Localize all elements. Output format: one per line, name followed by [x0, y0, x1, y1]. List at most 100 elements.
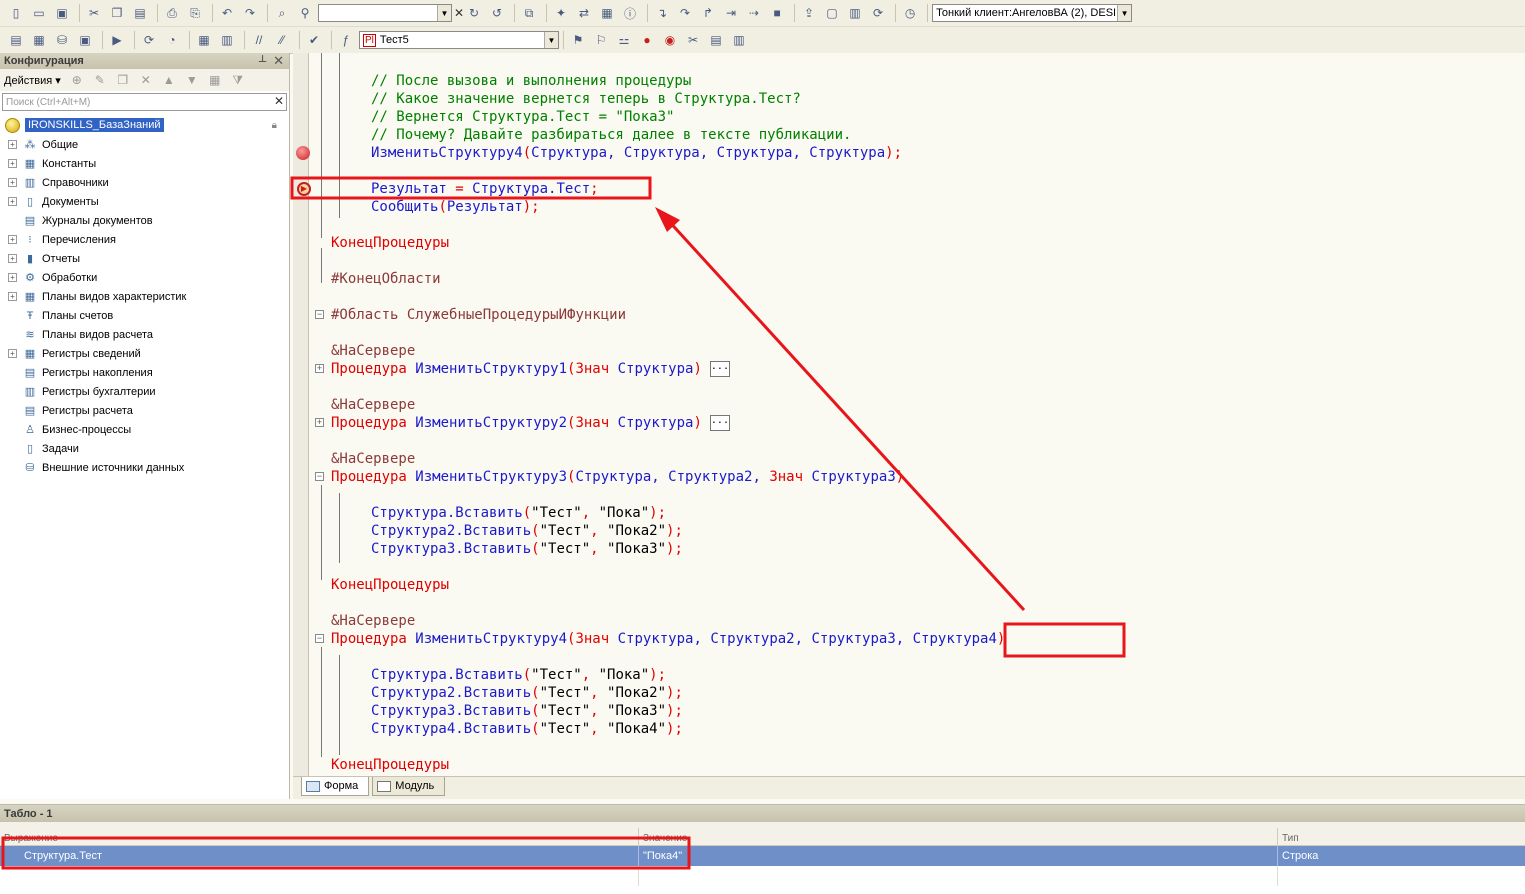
window-icon[interactable]: ▢: [822, 3, 842, 23]
uncomment-icon[interactable]: ⁄⁄: [272, 30, 292, 50]
fold-toggle[interactable]: +: [315, 364, 324, 373]
expand-icon[interactable]: +: [8, 254, 17, 263]
step-into-icon[interactable]: ↴: [652, 3, 672, 23]
tree-item[interactable]: + ▥ Справочники: [0, 173, 289, 192]
breakpoint-options-icon[interactable]: ▥: [729, 30, 749, 50]
tree-item[interactable]: + ▦ Планы видов характеристик: [0, 287, 289, 306]
copy-icon[interactable]: ❐: [107, 3, 127, 23]
save-icon[interactable]: ▣: [52, 3, 72, 23]
column-type[interactable]: Тип: [1278, 828, 1525, 845]
paste-icon[interactable]: ▤: [130, 3, 150, 23]
breakpoint-disable-icon[interactable]: ◉: [660, 30, 680, 50]
edit-icon[interactable]: ✎: [92, 72, 108, 88]
bookmark-icon[interactable]: ⚑: [568, 30, 588, 50]
table-row[interactable]: Структура.Тест "Пока4" Строка: [0, 846, 1525, 866]
syntax-assistant-icon[interactable]: ✦: [551, 3, 571, 23]
expand-icon[interactable]: +: [8, 235, 17, 244]
run-to-cursor-icon[interactable]: ⇥: [721, 3, 741, 23]
tree-item[interactable]: ▤ Регистры расчета: [0, 401, 289, 420]
pin-icon[interactable]: ⊥: [258, 54, 267, 65]
tree-item[interactable]: Ŧ Планы счетов: [0, 306, 289, 325]
tree-item[interactable]: ▯ Задачи: [0, 439, 289, 458]
tree-root[interactable]: IRONSKILLS_БазаЗнаний 🔒︎: [0, 115, 289, 135]
search-icon[interactable]: ⚲: [295, 3, 315, 23]
tree-item[interactable]: + ⁝ Перечисления: [0, 230, 289, 249]
find-in-files-icon[interactable]: ⌕: [272, 3, 292, 23]
chevron-down-icon[interactable]: ▼: [544, 32, 558, 48]
tree-item[interactable]: + ▦ Регистры сведений: [0, 344, 289, 363]
tree-item[interactable]: ⛁ Внешние источники данных: [0, 458, 289, 477]
database-icon[interactable]: ⛁: [52, 30, 72, 50]
cut-icon[interactable]: ✂: [84, 3, 104, 23]
find-previous-icon[interactable]: ↺: [487, 3, 507, 23]
check-syntax-icon[interactable]: ✔: [304, 30, 324, 50]
tab-form[interactable]: Форма: [301, 777, 370, 796]
cell-expression[interactable]: Структура.Тест: [0, 846, 639, 866]
expand-icon[interactable]: +: [8, 349, 17, 358]
new-document-icon[interactable]: ▯: [6, 3, 26, 23]
close-icon[interactable]: ✕: [273, 53, 284, 69]
comment-icon[interactable]: //: [249, 30, 269, 50]
move-up-icon[interactable]: ▲: [161, 72, 177, 88]
fold-toggle[interactable]: −: [315, 310, 324, 319]
refresh-icon[interactable]: ⟳: [139, 30, 159, 50]
search-combo[interactable]: ▼: [318, 4, 452, 22]
current-line-icon[interactable]: ⇢: [744, 3, 764, 23]
expand-icon[interactable]: +: [8, 159, 17, 168]
breakpoint-remove-icon[interactable]: ✂: [683, 30, 703, 50]
chevron-down-icon[interactable]: ▼: [1117, 5, 1132, 21]
actions-menu[interactable]: Действия ▾: [4, 74, 61, 87]
clock-icon[interactable]: ◔: [162, 30, 182, 50]
column-expression[interactable]: Выражение: [0, 828, 639, 845]
tree-item[interactable]: ▥ Регистры бухгалтерии: [0, 382, 289, 401]
add-icon[interactable]: ⊕: [69, 72, 85, 88]
properties-icon[interactable]: ▤: [6, 30, 26, 50]
editor-gutter[interactable]: [293, 53, 309, 776]
breakpoint-icon[interactable]: [296, 146, 310, 160]
update-config-icon[interactable]: ⟳: [868, 3, 888, 23]
sort-icon[interactable]: ▦: [207, 72, 223, 88]
tree-item[interactable]: ≋ Планы видов расчета: [0, 325, 289, 344]
config-search-input[interactable]: Поиск (Ctrl+Alt+M) ✕: [2, 93, 287, 111]
expand-icon[interactable]: +: [8, 273, 17, 282]
print-icon[interactable]: ⎙: [162, 3, 182, 23]
expand-icon[interactable]: +: [8, 140, 17, 149]
table-icon[interactable]: ▦: [194, 30, 214, 50]
tree-item[interactable]: + ▮ Отчеты: [0, 249, 289, 268]
tree-item[interactable]: + ⚙ Обработки: [0, 268, 289, 287]
tree-item[interactable]: ▤ Регистры накопления: [0, 363, 289, 382]
tree-item[interactable]: ▤ Журналы документов: [0, 211, 289, 230]
collapsed-block-button[interactable]: ...: [709, 415, 730, 431]
move-down-icon[interactable]: ▼: [184, 72, 200, 88]
open-folder-icon[interactable]: ▭: [29, 3, 49, 23]
tree-item[interactable]: ♙ Бизнес-процессы: [0, 420, 289, 439]
tree-item[interactable]: + ▦ Константы: [0, 154, 289, 173]
chevron-down-icon[interactable]: ▼: [437, 5, 451, 21]
help-icon[interactable]: ⓘ: [620, 3, 640, 23]
print-preview-icon[interactable]: ⎘: [185, 3, 205, 23]
bookmark-clear-icon[interactable]: ⚍: [614, 30, 634, 50]
clear-search-icon[interactable]: ✕: [454, 6, 464, 20]
stop-icon[interactable]: ■: [767, 3, 787, 23]
windows-icon[interactable]: ⧉: [519, 3, 539, 23]
expand-icon[interactable]: +: [8, 197, 17, 206]
client-combo[interactable]: Тонкий клиент:АнгеловВА (2), DESI ▼: [932, 4, 1133, 22]
tab-module[interactable]: Модуль: [372, 777, 446, 796]
breakpoint-list-icon[interactable]: ▤: [706, 30, 726, 50]
collapsed-block-button[interactable]: ...: [709, 361, 730, 377]
bookmark-next-icon[interactable]: ⚐: [591, 30, 611, 50]
procedure-icon[interactable]: ƒ: [336, 30, 356, 50]
redo-icon[interactable]: ↷: [240, 3, 260, 23]
fold-toggle[interactable]: −: [315, 634, 324, 643]
object-tree-icon[interactable]: ▦: [29, 30, 49, 50]
breakpoint-icon[interactable]: ●: [637, 30, 657, 50]
copy-icon[interactable]: ❐: [115, 72, 131, 88]
delete-icon[interactable]: ✕: [138, 72, 154, 88]
cell-value[interactable]: "Пока4": [639, 846, 1278, 866]
cell-type[interactable]: Строка: [1278, 846, 1525, 866]
column-value[interactable]: Значение: [639, 828, 1278, 845]
table-row-empty[interactable]: [0, 866, 1525, 886]
fold-toggle[interactable]: −: [315, 472, 324, 481]
templates-icon[interactable]: ▦: [597, 3, 617, 23]
form-icon[interactable]: ▥: [217, 30, 237, 50]
